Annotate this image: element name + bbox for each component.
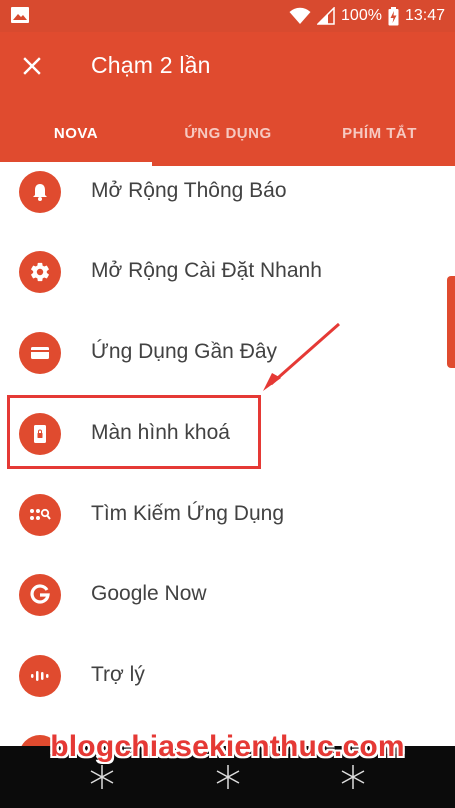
list-item-app-search[interactable]: Tìm Kiếm Ứng Dụng [0, 475, 455, 555]
arrow-annotation [263, 322, 340, 391]
app-toolbar: Chạm 2 lần [0, 32, 455, 100]
tab-apps[interactable]: ỨNG DỤNG [152, 100, 304, 166]
list-item-expand-quick-settings[interactable]: Mở Rộng Cài Đặt Nhanh [0, 232, 455, 312]
list-item-label: Ứng Dụng Gần Đây [91, 340, 278, 363]
list-item-google-now[interactable]: Google Now [0, 555, 455, 635]
battery-percentage: 100% [341, 7, 382, 24]
highlight-box [7, 395, 261, 469]
image-notification-icon [11, 7, 29, 23]
battery-charging-icon [388, 6, 399, 25]
list-item-label: Google Now [91, 582, 207, 605]
list-item-label: Mở Rộng Thông Báo [91, 179, 287, 202]
list-item-recent-apps[interactable]: Ứng Dụng Gần Đây [0, 313, 455, 393]
tab-nova[interactable]: NOVA [0, 100, 152, 166]
list-item-expand-notifications[interactable]: Mở Rộng Thông Báo [0, 166, 455, 232]
list-item-label: Tìm Kiếm Ứng Dụng [91, 502, 284, 525]
close-icon[interactable] [20, 54, 44, 78]
list-item-label: Trợ lý [91, 663, 145, 686]
google-icon [19, 574, 61, 616]
assistant-icon [19, 655, 61, 697]
bell-icon [19, 171, 61, 213]
tab-bar: NOVA ỨNG DỤNG PHÍM TẮT [0, 100, 455, 166]
snowflake-icon [90, 765, 114, 789]
gear-icon [19, 251, 61, 293]
scrollbar-thumb[interactable] [447, 276, 455, 368]
page-title: Chạm 2 lần [91, 52, 211, 78]
signal-icon [317, 7, 335, 25]
app-search-icon [19, 494, 61, 536]
snowflake-icon [341, 765, 365, 789]
recent-apps-icon [19, 332, 61, 374]
status-bar: 100% 13:47 [0, 0, 455, 32]
list-item-assistant[interactable]: Trợ lý [0, 636, 455, 716]
tab-shortcuts[interactable]: PHÍM TẮT [304, 100, 455, 166]
watermark-text: blogchiasekienthuc.com [50, 730, 405, 763]
snowflake-icon [216, 765, 240, 789]
clock: 13:47 [404, 7, 445, 24]
wifi-icon [289, 7, 311, 24]
list-item-label: Mở Rộng Cài Đặt Nhanh [91, 259, 322, 282]
